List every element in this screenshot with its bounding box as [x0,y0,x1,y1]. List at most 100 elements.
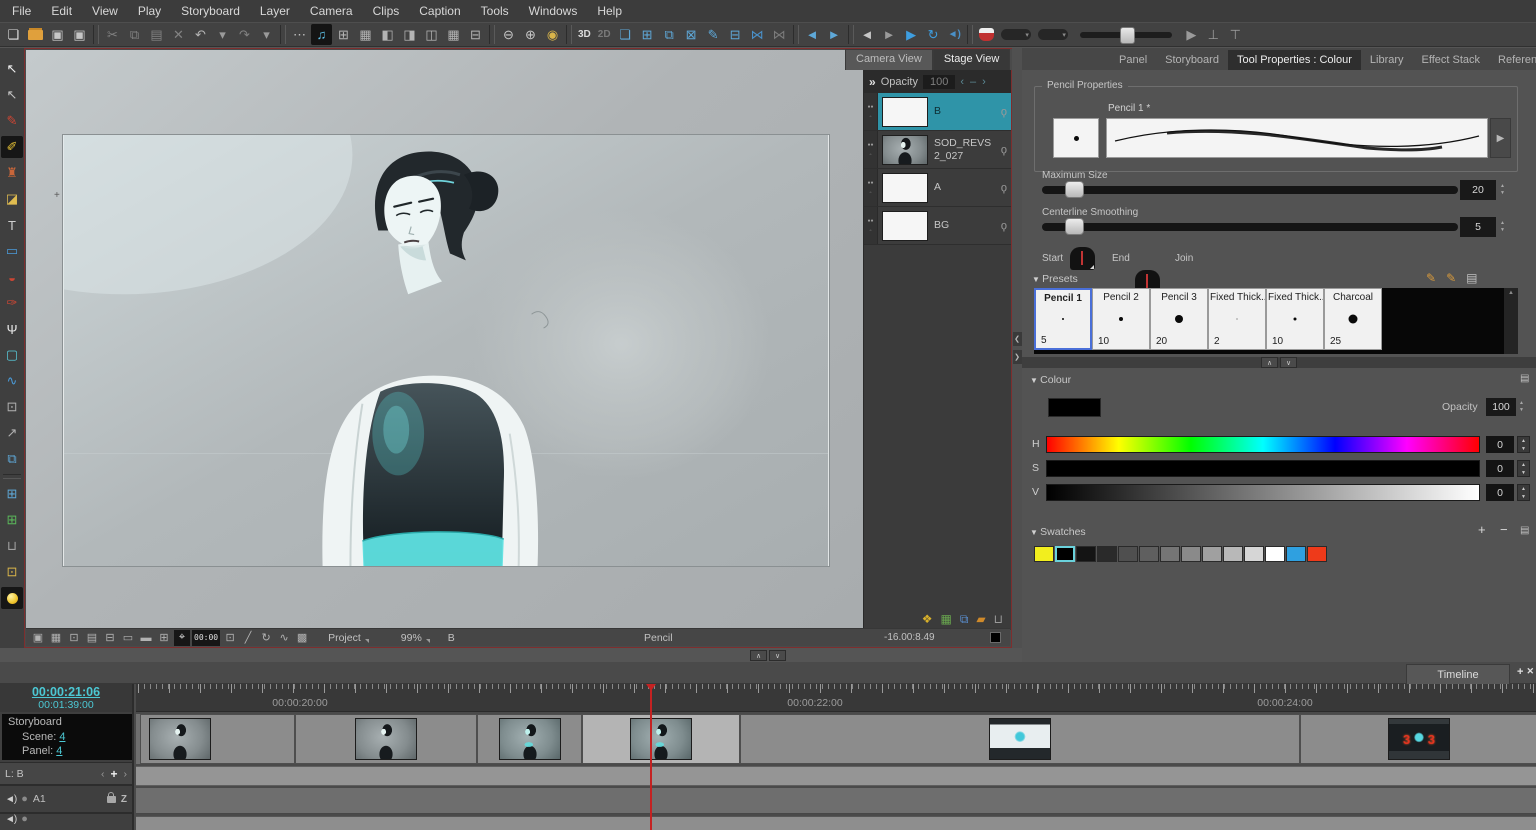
swatch[interactable] [1265,546,1285,562]
right-panel-tab[interactable]: Library [1361,50,1413,70]
delete-layer-icon[interactable]: ⊔ [994,612,1003,626]
menu-item[interactable]: File [2,0,41,22]
add-vector-layer-icon[interactable]: ❖ [922,612,933,626]
maximum-size-slider[interactable] [1042,186,1458,194]
save-icon[interactable]: ▣ [47,24,68,45]
record-icon[interactable]: ● [21,813,28,824]
presets-section-header[interactable]: Presets [1032,273,1078,285]
show-grid-icon[interactable]: ⊞ [156,630,172,646]
colour-opacity-value[interactable]: 100 [1486,398,1516,416]
audio-track-header[interactable]: ◄) ● A1 Z [0,784,132,812]
layer-name[interactable]: B [928,105,1001,117]
edit-panel-icon[interactable]: ✎ [703,24,724,45]
audio-track[interactable] [136,788,1536,814]
speaker-icon[interactable]: ◄) [5,794,16,805]
swatch[interactable] [1307,546,1327,562]
pegbar-icon[interactable]: ⊤ [1225,24,1246,45]
panel-thumbnail[interactable] [630,718,692,760]
layer-row[interactable]: ●●▫ BG ϙ [864,207,1011,245]
menu-item[interactable]: Help [587,0,632,22]
drawing-paper[interactable] [62,134,830,567]
colour-menu-icon[interactable]: ▤ [1520,373,1529,384]
zoom-level-dropdown[interactable]: 99% [401,632,430,644]
storyboard-panel[interactable]: 3 3 [1300,714,1536,764]
start-cap-button[interactable] [1070,247,1095,270]
play-range-icon[interactable]: ► [879,24,900,45]
layer-track-header[interactable]: L: B ‹ + › [0,762,132,784]
layer-toggles[interactable]: ●●▫ [864,207,878,244]
panel-thumbnail[interactable] [499,718,561,760]
right-panel-tab[interactable]: Panel [1110,50,1156,70]
previous-panel-icon[interactable]: ◄ [802,24,823,45]
view-tab[interactable]: Camera View [845,49,933,70]
play-mini-icon[interactable]: ▶ [1181,24,1202,45]
layer-row[interactable]: ●●▫ B ϙ [864,93,1011,131]
menu-item[interactable]: Clips [363,0,410,22]
play-icon[interactable]: ▶ [901,24,922,45]
storyboard-panel[interactable] [140,714,295,764]
preset-card[interactable]: Charcoal 25 [1324,288,1382,350]
playhead[interactable] [650,684,652,830]
add-layer-icon[interactable]: + [110,767,117,781]
timeline-ruler[interactable]: 00:00:20:0000:00:22:0000:00:24:00 [136,684,1536,712]
paste-icon[interactable]: ▤ [146,24,167,45]
hsv-slider-track[interactable] [1046,436,1480,453]
layout-right-icon[interactable]: ◨ [399,24,420,45]
swatch[interactable] [1076,546,1096,562]
swatches-menu-icon[interactable]: ▤ [1520,525,1529,536]
update-preset-icon[interactable]: ✎ [1446,271,1456,285]
auto-light-table-icon[interactable] [1,587,23,609]
volume-icon[interactable]: ◄) [945,24,964,45]
contour-editor-tool-icon[interactable]: ∿ [1,370,23,392]
delete-icon[interactable]: ✕ [168,24,189,45]
swatch[interactable] [1202,546,1222,562]
panel-thumbnail[interactable] [989,718,1051,760]
layer-nav-next-icon[interactable]: › [982,76,987,88]
hsv-spinner[interactable]: ▲▼ [1517,484,1530,501]
menu-item[interactable]: Camera [300,0,363,22]
add-view-icon[interactable]: + [1517,666,1523,678]
layer-name[interactable]: A [928,181,1001,193]
menu-item[interactable]: View [82,0,128,22]
centerline-smoothing-handle[interactable] [1065,218,1084,235]
new-preset-icon[interactable]: ✎ [1426,271,1436,285]
layer-toggles[interactable]: ●●▫ [864,93,878,130]
remove-swatch-icon[interactable]: − [1500,522,1508,537]
hsv-slider-track[interactable] [1046,484,1480,501]
swatch[interactable] [1286,546,1306,562]
new-scene-icon[interactable]: ❏ [3,24,24,45]
hsv-value[interactable]: 0 [1486,460,1514,477]
swatches-section-header[interactable]: Swatches [1030,526,1086,538]
show-mask-icon[interactable]: ▬ [138,630,154,646]
view-tab[interactable]: Stage View [933,49,1010,70]
splitter-right-icon[interactable]: ❯ [1013,350,1022,364]
pen-line-icon[interactable]: ╱ [240,630,256,646]
next-panel-icon[interactable]: ► [824,24,845,45]
brush-preset-dropdown[interactable]: ▾ [1001,29,1031,40]
show-border-icon[interactable]: ▭ [120,630,136,646]
right-panel-tab[interactable]: Storyboard [1156,50,1228,70]
layout-timeline-icon[interactable]: ▦ [443,24,464,45]
colour-section-header[interactable]: Colour [1030,374,1071,386]
panel-thumbnail[interactable] [355,718,417,760]
hsv-spinner[interactable]: ▲▼ [1517,436,1530,453]
show-fields-icon[interactable]: ▤ [84,630,100,646]
layer-light-table-icon[interactable]: ϙ [1001,144,1007,156]
colour-pot-icon[interactable] [976,24,997,45]
brush-tool-icon[interactable]: ✎ [1,110,23,132]
delete-icon[interactable]: ⊔ [1,535,23,557]
maximum-size-spinner[interactable]: ▲▼ [1500,180,1505,200]
menu-item[interactable]: Storyboard [171,0,250,22]
layer-light-table-icon[interactable]: ϙ [1001,182,1007,194]
grid-view-icon[interactable]: ⊞ [333,24,354,45]
preset-card[interactable]: Fixed Thick... 10 [1266,288,1324,350]
layer-thumbnail[interactable] [882,211,928,241]
paint-tool-icon[interactable]: ◒ [1,266,23,288]
pencil-preset-dropdown[interactable]: ▾ [1038,29,1068,40]
open-icon[interactable] [25,24,46,45]
swatch[interactable] [1097,546,1117,562]
playhead-marker[interactable] [646,684,656,691]
stamp-tool-icon[interactable]: ♜ [1,162,23,184]
layer-thumbnail[interactable] [882,97,928,127]
duplicate-panel-icon[interactable]: ⧉ [659,24,680,45]
